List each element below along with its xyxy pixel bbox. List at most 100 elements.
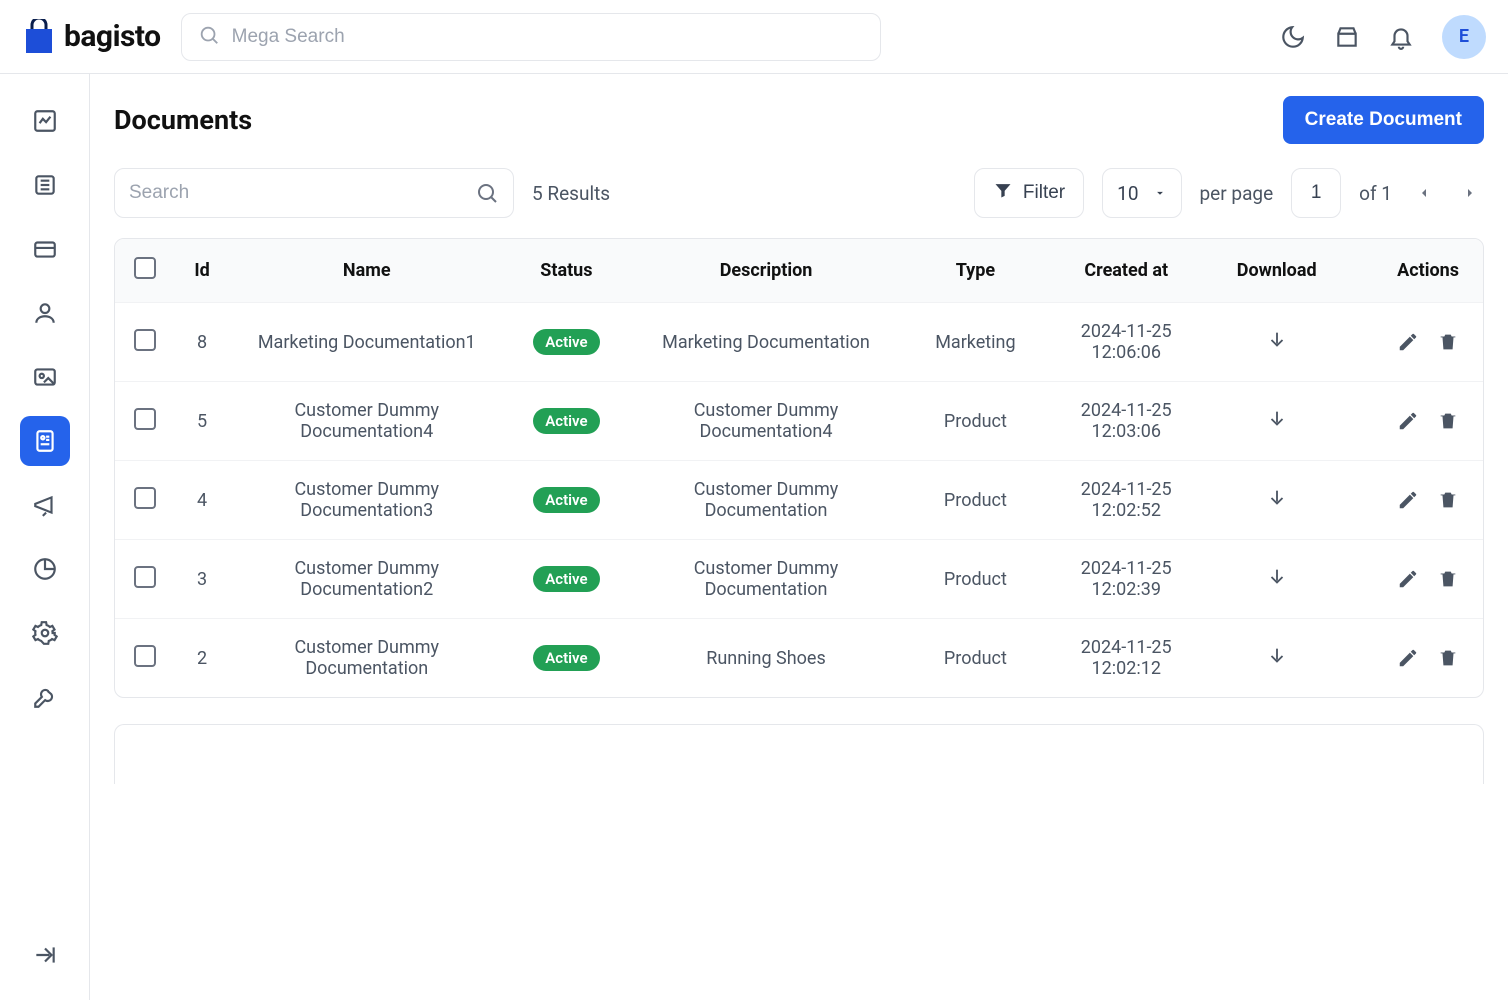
dark-mode-icon[interactable] <box>1280 24 1306 50</box>
cell-status: Active <box>504 619 628 698</box>
status-badge: Active <box>533 566 599 592</box>
download-button[interactable] <box>1266 329 1288 351</box>
row-checkbox[interactable] <box>134 645 156 667</box>
delete-button[interactable] <box>1437 568 1459 590</box>
cell-type: Product <box>904 382 1048 461</box>
brand-name: bagisto <box>64 19 161 54</box>
perpage-value: 10 <box>1117 182 1138 205</box>
table-row: 5Customer Dummy Documentation4ActiveCust… <box>115 382 1483 461</box>
sidebar-item-dashboard[interactable] <box>20 96 70 146</box>
documents-table: Id Name Status Description Type Created … <box>114 238 1484 698</box>
col-created-at[interactable]: Created at <box>1047 239 1205 303</box>
filter-icon <box>993 180 1013 206</box>
cell-name: Marketing Documentation1 <box>229 303 504 382</box>
sidebar-item-customers[interactable] <box>20 288 70 338</box>
perpage-select[interactable]: 10 <box>1102 168 1181 218</box>
bell-icon[interactable] <box>1388 24 1414 50</box>
cell-id: 4 <box>175 461 229 540</box>
cell-created-at: 2024-11-2512:02:52 <box>1047 461 1205 540</box>
delete-button[interactable] <box>1437 647 1459 669</box>
row-checkbox[interactable] <box>134 566 156 588</box>
sidebar-item-tools[interactable] <box>20 672 70 722</box>
sidebar <box>0 74 90 1000</box>
sidebar-item-orders[interactable] <box>20 224 70 274</box>
cell-created-at: 2024-11-2512:06:06 <box>1047 303 1205 382</box>
download-button[interactable] <box>1266 408 1288 430</box>
search-icon[interactable] <box>475 181 499 205</box>
cell-name: Customer Dummy Documentation2 <box>229 540 504 619</box>
brand-logo[interactable]: bagisto <box>22 19 161 55</box>
table-toolbar: 5 Results Filter 10 per page of 1 <box>114 168 1484 218</box>
cell-name: Customer Dummy Documentation <box>229 619 504 698</box>
mega-search-input[interactable] <box>232 26 864 48</box>
bottom-panel <box>114 724 1484 784</box>
status-badge: Active <box>533 408 599 434</box>
next-page-button[interactable] <box>1456 179 1484 207</box>
sidebar-item-cms[interactable] <box>20 352 70 402</box>
cell-created-at: 2024-11-2512:02:39 <box>1047 540 1205 619</box>
cell-description: Customer Dummy Documentation <box>628 540 903 619</box>
download-button[interactable] <box>1266 645 1288 667</box>
page-header: Documents Create Document <box>114 96 1484 144</box>
col-description[interactable]: Description <box>628 239 903 303</box>
status-badge: Active <box>533 329 599 355</box>
select-all-checkbox[interactable] <box>134 257 156 279</box>
cell-created-at: 2024-11-2512:02:12 <box>1047 619 1205 698</box>
cell-type: Product <box>904 540 1048 619</box>
cell-type: Product <box>904 461 1048 540</box>
table-search-input[interactable] <box>129 182 465 204</box>
filter-button[interactable]: Filter <box>974 168 1084 218</box>
delete-button[interactable] <box>1437 489 1459 511</box>
mega-search[interactable] <box>181 13 881 61</box>
table-row: 8Marketing Documentation1ActiveMarketing… <box>115 303 1483 382</box>
col-download[interactable]: Download <box>1205 239 1348 303</box>
filter-label: Filter <box>1023 182 1065 204</box>
delete-button[interactable] <box>1437 331 1459 353</box>
avatar[interactable]: E <box>1442 15 1486 59</box>
col-type[interactable]: Type <box>904 239 1048 303</box>
table-search[interactable] <box>114 168 514 218</box>
store-icon[interactable] <box>1334 24 1360 50</box>
table-row: 4Customer Dummy Documentation3ActiveCust… <box>115 461 1483 540</box>
results-count: 5 Results <box>532 182 610 205</box>
col-actions: Actions <box>1348 239 1483 303</box>
cell-status: Active <box>504 461 628 540</box>
cell-type: Marketing <box>904 303 1048 382</box>
table-row: 2Customer Dummy DocumentationActiveRunni… <box>115 619 1483 698</box>
row-checkbox[interactable] <box>134 329 156 351</box>
col-name[interactable]: Name <box>229 239 504 303</box>
sidebar-item-documents[interactable] <box>20 416 70 466</box>
download-button[interactable] <box>1266 487 1288 509</box>
col-status[interactable]: Status <box>504 239 628 303</box>
chevron-down-icon <box>1153 182 1167 205</box>
sidebar-item-marketing[interactable] <box>20 480 70 530</box>
status-badge: Active <box>533 487 599 513</box>
cell-id: 5 <box>175 382 229 461</box>
bag-icon <box>22 19 56 55</box>
edit-button[interactable] <box>1397 410 1419 432</box>
sidebar-collapse-button[interactable] <box>20 930 70 980</box>
download-button[interactable] <box>1266 566 1288 588</box>
edit-button[interactable] <box>1397 331 1419 353</box>
sidebar-item-catalog[interactable] <box>20 160 70 210</box>
cell-id: 2 <box>175 619 229 698</box>
prev-page-button[interactable] <box>1410 179 1438 207</box>
topbar-actions: E <box>1280 15 1486 59</box>
table-row: 3Customer Dummy Documentation2ActiveCust… <box>115 540 1483 619</box>
sidebar-item-reports[interactable] <box>20 544 70 594</box>
delete-button[interactable] <box>1437 410 1459 432</box>
table-header-row: Id Name Status Description Type Created … <box>115 239 1483 303</box>
edit-button[interactable] <box>1397 568 1419 590</box>
sidebar-item-settings[interactable] <box>20 608 70 658</box>
edit-button[interactable] <box>1397 647 1419 669</box>
col-id[interactable]: Id <box>175 239 229 303</box>
cell-name: Customer Dummy Documentation4 <box>229 382 504 461</box>
search-icon <box>198 24 220 50</box>
page-number-input[interactable] <box>1291 168 1341 218</box>
cell-description: Running Shoes <box>628 619 903 698</box>
create-document-button[interactable]: Create Document <box>1283 96 1484 144</box>
row-checkbox[interactable] <box>134 487 156 509</box>
topbar: bagisto E <box>0 0 1508 74</box>
edit-button[interactable] <box>1397 489 1419 511</box>
row-checkbox[interactable] <box>134 408 156 430</box>
